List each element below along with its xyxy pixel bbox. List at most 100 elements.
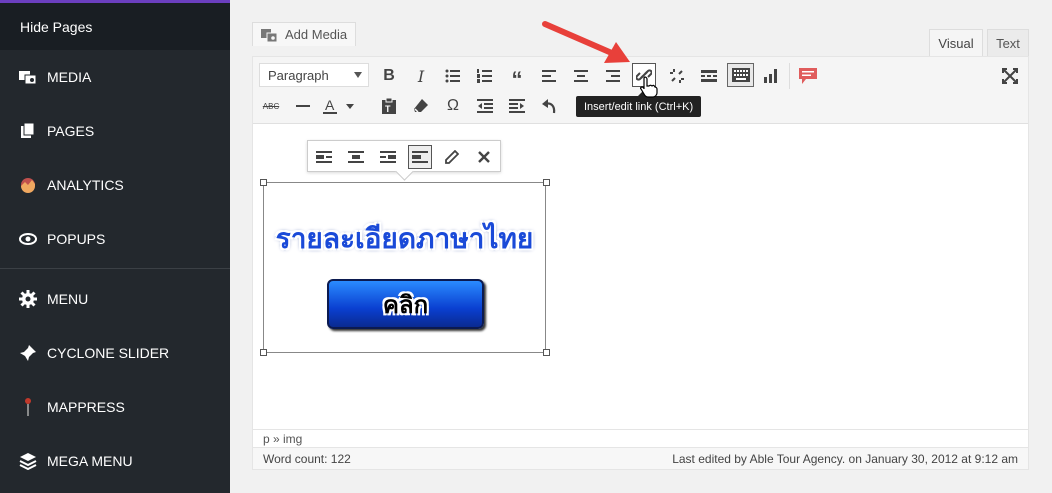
toolbar-divider: [789, 63, 790, 89]
clear-formatting-button[interactable]: [409, 94, 433, 118]
sidebar-item-label: MEDIA: [47, 69, 92, 85]
image-remove-button[interactable]: [472, 145, 496, 169]
resize-handle[interactable]: [543, 179, 550, 186]
image-click-button: คลิก: [327, 279, 484, 329]
italic-icon: I: [417, 66, 425, 86]
image-align-center-button[interactable]: [344, 145, 368, 169]
outdent-button[interactable]: [473, 94, 497, 118]
image-align-right-button[interactable]: [376, 145, 400, 169]
sidebar-item-mappress[interactable]: MAPPRESS: [0, 380, 230, 434]
editor-container: Paragraph B I “ ABC A T Ω รายละเอียดภาษา…: [252, 56, 1029, 470]
bold-icon: B: [383, 67, 395, 84]
image-edit-button[interactable]: [440, 145, 464, 169]
tab-text[interactable]: Text: [987, 29, 1029, 57]
undo-button[interactable]: [537, 94, 561, 118]
svg-text:A: A: [325, 97, 335, 113]
sidebar-item-label: ANALYTICS: [47, 177, 124, 193]
undo-icon: [542, 99, 556, 114]
read-more-button[interactable]: [697, 64, 721, 88]
image-align-none-button[interactable]: [408, 145, 432, 169]
indent-button[interactable]: [505, 94, 529, 118]
text-color-button[interactable]: A: [323, 94, 359, 118]
sidebar-item-cyclone-slider[interactable]: CYCLONE SLIDER: [0, 326, 230, 380]
blockquote-button[interactable]: “: [505, 64, 529, 92]
tab-visual[interactable]: Visual: [929, 29, 983, 57]
gear-icon: [18, 289, 38, 309]
add-media-button[interactable]: Add Media: [252, 22, 357, 46]
comment-icon: [799, 68, 817, 84]
sidebar-item-pages[interactable]: PAGES: [0, 104, 230, 158]
image-align-center-icon: [348, 151, 364, 163]
resize-handle[interactable]: [543, 349, 550, 356]
outdent-icon: [477, 99, 493, 113]
paste-text-button[interactable]: T: [377, 94, 401, 118]
editor-content[interactable]: รายละเอียดภาษาไทย คลิก: [253, 124, 1028, 429]
tab-visual-label: Visual: [938, 36, 974, 51]
unlink-button[interactable]: [665, 64, 689, 88]
svg-text:T: T: [385, 104, 391, 114]
sidebar-item-label: CYCLONE SLIDER: [47, 345, 170, 361]
keyboard-icon: [731, 68, 750, 82]
popups-icon: [18, 229, 38, 249]
sidebar-item-analytics[interactable]: ANALYTICS: [0, 158, 230, 212]
insert-link-tooltip: Insert/edit link (Ctrl+K): [576, 91, 702, 117]
pencil-icon: [445, 150, 459, 164]
sidebar-item-label: MAPPRESS: [47, 399, 125, 415]
tooltip-text: Insert/edit link (Ctrl+K): [584, 100, 694, 113]
image-align-none-icon: [412, 151, 428, 163]
editor-status-bar: Word count: 122 Last edited by Able Tour…: [253, 447, 1028, 469]
sidebar-item-label: PAGES: [47, 123, 95, 139]
image-align-right-icon: [380, 151, 396, 163]
chart-button[interactable]: [760, 64, 784, 88]
bullet-list-button[interactable]: [441, 64, 465, 88]
fullscreen-button[interactable]: [998, 64, 1022, 88]
sidebar-item-menu[interactable]: MENU: [0, 272, 230, 326]
bar-chart-icon: [764, 69, 777, 83]
image-click-button-text: คลิก: [382, 290, 429, 319]
resize-handle[interactable]: [260, 179, 267, 186]
read-more-icon: [701, 70, 717, 82]
strikethrough-button[interactable]: ABC: [259, 94, 283, 118]
image-title-text: รายละเอียดภาษาไทย: [275, 222, 534, 255]
special-character-button[interactable]: Ω: [441, 94, 465, 118]
sidebar-item-label: MENU: [47, 291, 89, 307]
media-icon: [18, 67, 38, 87]
element-path-text: p » img: [263, 431, 303, 446]
format-select[interactable]: Paragraph: [259, 63, 369, 87]
sidebar-item-hide-pages[interactable]: Hide Pages: [0, 3, 230, 50]
unlink-icon: [670, 69, 684, 83]
sidebar-separator: [0, 268, 230, 269]
word-count: Word count: 122: [263, 451, 351, 466]
selected-image[interactable]: รายละเอียดภาษาไทย คลิก: [263, 182, 546, 353]
text-color-icon: A: [323, 97, 354, 114]
italic-button[interactable]: I: [409, 64, 433, 88]
image-align-left-button[interactable]: [312, 145, 336, 169]
horizontal-line-button[interactable]: [291, 94, 315, 118]
align-left-icon: [542, 70, 556, 82]
numbered-list-button[interactable]: [473, 64, 497, 88]
sidebar-item-media[interactable]: MEDIA: [0, 50, 230, 104]
sidebar-item-label: Hide Pages: [20, 18, 93, 35]
indent-icon: [509, 99, 525, 113]
sidebar-item-mega-menu[interactable]: MEGA MENU: [0, 434, 230, 488]
clipboard-icon: T: [382, 98, 396, 114]
tab-text-label: Text: [996, 36, 1020, 51]
align-center-icon: [574, 70, 588, 82]
sidebar-item-label: POPUPS: [47, 231, 106, 247]
add-media-label: Add Media: [285, 27, 348, 42]
comment-button[interactable]: [796, 64, 820, 88]
analytics-icon: [18, 175, 38, 195]
sidebar-item-popups[interactable]: POPUPS: [0, 212, 230, 266]
pin-icon: [18, 343, 38, 363]
fullscreen-icon: [1002, 68, 1018, 84]
toolbar-toggle-button[interactable]: [727, 63, 754, 87]
format-select-value: Paragraph: [268, 67, 329, 83]
image-toolbar: [307, 140, 501, 181]
chevron-down-icon: [354, 72, 362, 78]
last-edited: Last edited by Able Tour Agency. on Janu…: [672, 451, 1018, 466]
bold-button[interactable]: B: [377, 64, 401, 88]
resize-handle[interactable]: [260, 349, 267, 356]
align-right-icon: [606, 70, 620, 82]
admin-sidebar: Hide Pages MEDIA PAGES ANALYTICS POPUPS …: [0, 0, 230, 493]
numbered-list-icon: [477, 69, 492, 83]
